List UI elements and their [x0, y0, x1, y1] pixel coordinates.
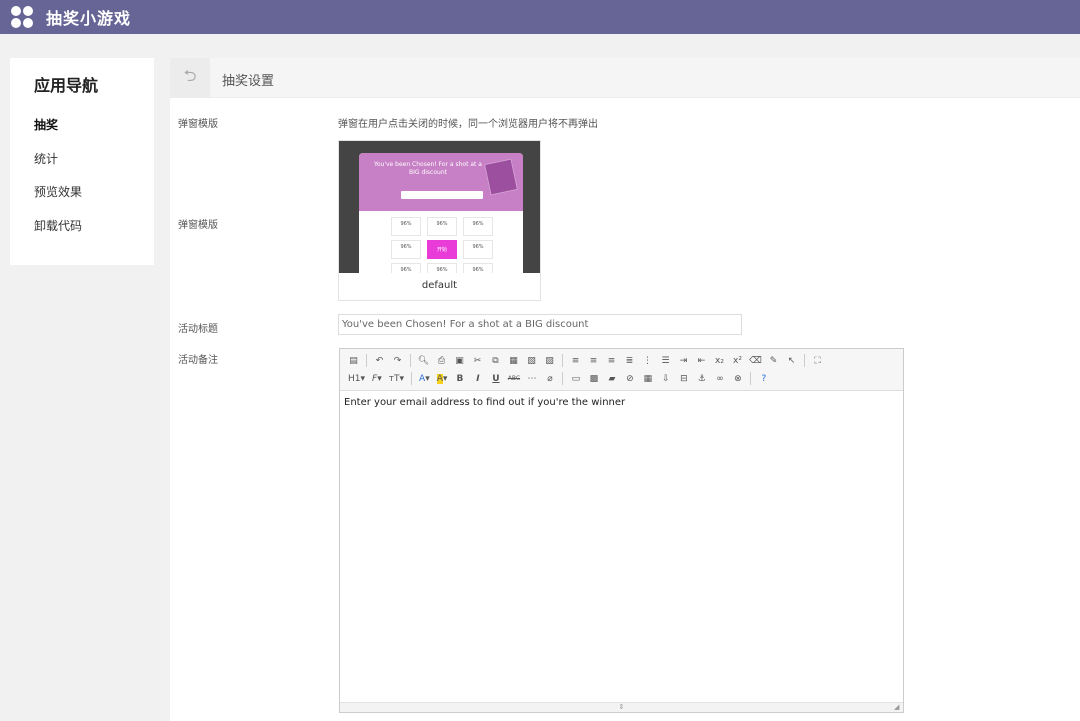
editor-content[interactable]: Enter your email address to find out if … — [344, 397, 625, 408]
prize-cell: 96% — [463, 217, 493, 236]
popup-preview: You've been Chosen! For a shot at a BIG … — [359, 153, 523, 273]
start-cell: 开始 — [427, 240, 457, 259]
activity-title-input[interactable] — [338, 314, 742, 335]
align-center-icon[interactable]: ≡ — [586, 353, 601, 368]
font-family-dropdown[interactable]: F ▾ — [370, 371, 384, 386]
cut-icon[interactable]: ✂ — [470, 353, 485, 368]
gift-box-icon — [483, 158, 519, 196]
main-panel: ⮌ 抽奖设置 弹窗模版 弹窗在用户点击关闭的时候，同一个浏览器用户将不再弹出 弹… — [170, 58, 1080, 721]
table-icon[interactable]: ▦ — [640, 371, 655, 386]
popup-title: You've been Chosen! For a shot at a BIG … — [374, 161, 482, 176]
font-size-dropdown[interactable]: тT ▾ — [387, 371, 406, 386]
sidebar-title: 应用导航 — [34, 76, 99, 95]
prize-cell: 96% — [427, 263, 457, 273]
template-label-2: 弹窗模版 — [178, 220, 218, 231]
activity-title-label: 活动标题 — [178, 324, 218, 335]
toolbar-row-2: H1 ▾ F ▾ тT ▾ A ▾ A ▾ B I U ABC ⋯ ⌀ ▭ ▩ ▰ ⊘ ▦… — [346, 370, 771, 387]
sidebar-item-preview[interactable]: 预览效果 — [34, 183, 82, 200]
undo-icon[interactable]: ↶ — [372, 353, 387, 368]
indent-icon[interactable]: ⇥ — [676, 353, 691, 368]
superscript-icon[interactable]: x² — [730, 353, 745, 368]
fullscreen-icon[interactable]: ⛶ — [810, 353, 825, 368]
paste-icon[interactable]: ▦ — [506, 353, 521, 368]
flash-icon[interactable]: ▩ — [586, 371, 601, 386]
template-preview-image: You've been Chosen! For a shot at a BIG … — [339, 141, 540, 273]
bold-button[interactable]: B — [452, 371, 467, 386]
popup-input — [401, 191, 483, 199]
horizontal-rule-icon[interactable]: ⋯ — [524, 371, 539, 386]
template-label: 弹窗模版 — [178, 119, 218, 130]
paste-word-icon[interactable]: ▨ — [542, 353, 557, 368]
print-icon[interactable]: ⎙ — [434, 353, 449, 368]
underline-button[interactable]: U — [488, 371, 503, 386]
image-icon[interactable]: ▭ — [568, 371, 583, 386]
undo-arrow-icon: ⮌ — [183, 65, 197, 85]
align-justify-icon[interactable]: ≣ — [622, 353, 637, 368]
help-icon[interactable]: ? — [756, 371, 771, 386]
unlink-icon[interactable]: ⊗ — [730, 371, 745, 386]
eraser-icon[interactable]: ⌀ — [542, 371, 557, 386]
media-icon[interactable]: ▰ — [604, 371, 619, 386]
app-title: 抽奖小游戏 — [46, 9, 132, 28]
sidebar-item-uninstall[interactable]: 卸载代码 — [34, 217, 82, 234]
italic-button[interactable]: I — [470, 371, 485, 386]
page-break-icon[interactable]: ⊟ — [676, 371, 691, 386]
rich-text-editor[interactable]: ▤ ↶ ↷ 🔍︎ ⎙ ▣ ✂ ⧉ ▦ ▧ ▨ ≡ ≡ ≡ ≣ ⋮ ☰ ⇥ ⇤ x… — [339, 348, 904, 713]
template-caption: default — [421, 280, 458, 291]
subscript-icon[interactable]: x₂ — [712, 353, 727, 368]
back-button[interactable]: ⮌ — [170, 58, 210, 98]
paste-text-icon[interactable]: ▧ — [524, 353, 539, 368]
main-header: ⮌ 抽奖设置 — [170, 58, 1080, 98]
sidebar-item-stats[interactable]: 统计 — [34, 150, 58, 167]
prize-cell: 96% — [463, 263, 493, 273]
anchor-icon[interactable]: ⚓ — [694, 371, 709, 386]
editor-toolbar: ▤ ↶ ↷ 🔍︎ ⎙ ▣ ✂ ⧉ ▦ ▧ ▨ ≡ ≡ ≡ ≣ ⋮ ☰ ⇥ ⇤ x… — [340, 349, 903, 391]
resize-corner-icon[interactable]: ◢ — [894, 703, 902, 711]
page-title: 抽奖设置 — [222, 74, 275, 89]
prize-cell: 96% — [391, 240, 421, 259]
heading-dropdown[interactable]: H1 ▾ — [346, 371, 367, 386]
clear-format-icon[interactable]: ⌫ — [748, 353, 763, 368]
template-card-default[interactable]: You've been Chosen! For a shot at a BIG … — [338, 140, 541, 301]
ordered-list-icon[interactable]: ⋮ — [640, 353, 655, 368]
cursor-icon[interactable]: ↖ — [784, 353, 799, 368]
prize-cell: 96% — [391, 263, 421, 273]
activity-note-label: 活动备注 — [178, 355, 218, 366]
prize-cell: 96% — [391, 217, 421, 236]
sidebar: 应用导航 抽奖 统计 预览效果 卸载代码 — [10, 58, 154, 265]
sidebar-item-lottery[interactable]: 抽奖 — [34, 116, 58, 133]
select-all-icon[interactable]: ✎ — [766, 353, 781, 368]
toolbar-row-1: ▤ ↶ ↷ 🔍︎ ⎙ ▣ ✂ ⧉ ▦ ▧ ▨ ≡ ≡ ≡ ≣ ⋮ ☰ ⇥ ⇤ x… — [346, 352, 825, 369]
strikethrough-button[interactable]: ABC — [506, 371, 521, 386]
highlight-color-dropdown[interactable]: A ▾ — [435, 371, 450, 386]
popup-header: You've been Chosen! For a shot at a BIG … — [359, 153, 523, 211]
template-hint: 弹窗在用户点击关闭的时候，同一个浏览器用户将不再弹出 — [338, 119, 598, 130]
align-right-icon[interactable]: ≡ — [604, 353, 619, 368]
template-icon[interactable]: ▣ — [452, 353, 467, 368]
unordered-list-icon[interactable]: ☰ — [658, 353, 673, 368]
preview-icon[interactable]: 🔍︎ — [416, 353, 431, 368]
prize-cell: 96% — [427, 217, 457, 236]
align-left-icon[interactable]: ≡ — [568, 353, 583, 368]
editor-resize-handle[interactable]: ⇕ — [340, 702, 903, 712]
prize-cell: 96% — [463, 240, 493, 259]
outdent-icon[interactable]: ⇤ — [694, 353, 709, 368]
insert-down-icon[interactable]: ⇩ — [658, 371, 673, 386]
font-color-dropdown[interactable]: A ▾ — [417, 371, 432, 386]
link-icon[interactable]: ∞ — [712, 371, 727, 386]
attachment-icon[interactable]: ⊘ — [622, 371, 637, 386]
redo-icon[interactable]: ↷ — [390, 353, 405, 368]
top-header: 抽奖小游戏 — [0, 0, 1080, 34]
copy-icon[interactable]: ⧉ — [488, 353, 503, 368]
source-icon[interactable]: ▤ — [346, 353, 361, 368]
four-dots-icon — [11, 6, 33, 28]
